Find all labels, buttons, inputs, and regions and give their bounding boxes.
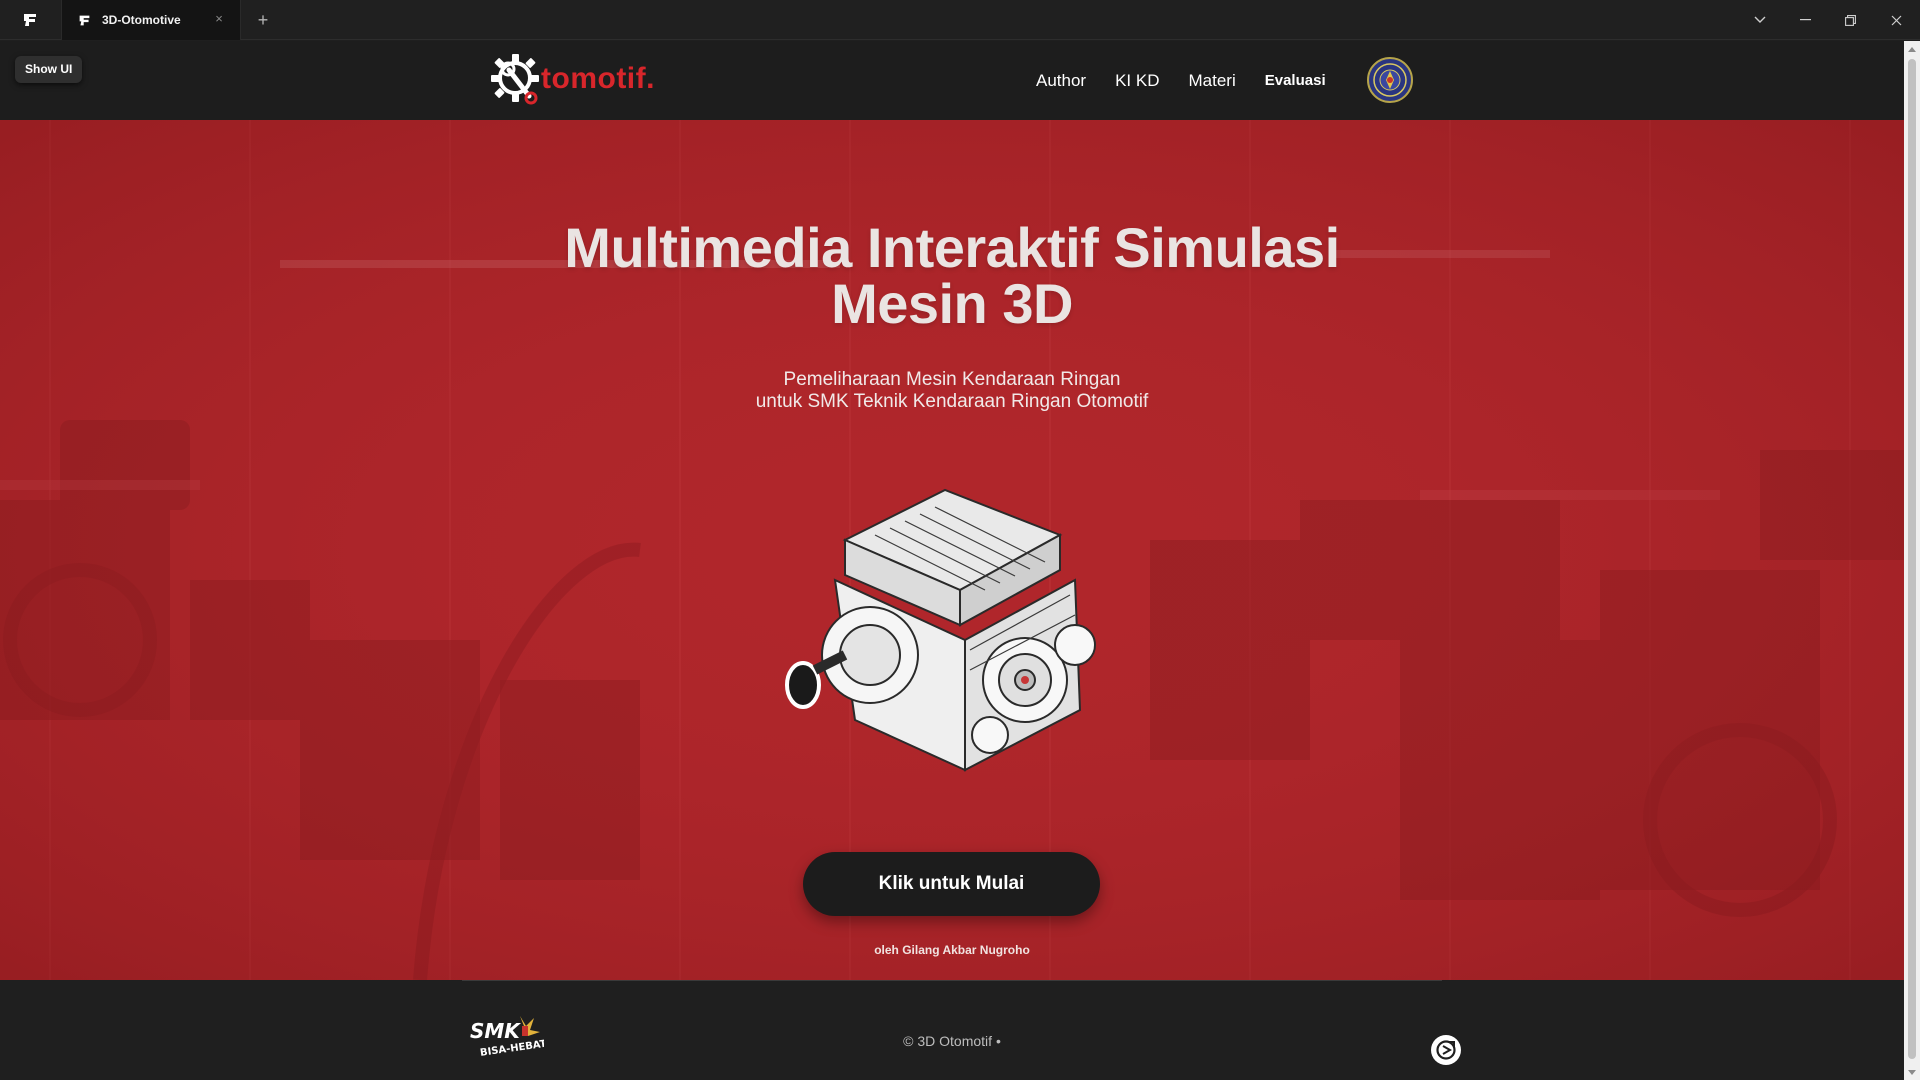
tab-close-icon[interactable]: × — [212, 12, 226, 26]
show-ui-button[interactable]: Show UI — [15, 56, 83, 83]
hero-subtitle-line-2: untuk SMK Teknik Kendaraan Ringan Otomot… — [755, 391, 1149, 412]
tab-favicon-icon — [78, 13, 92, 27]
hero-title-line-1: Multimedia Interaktif Simulasi — [564, 216, 1340, 279]
university-emblem-icon[interactable] — [1367, 57, 1413, 103]
restore-icon[interactable] — [1828, 0, 1872, 40]
start-button[interactable]: Klik untuk Mulai — [803, 852, 1100, 916]
smk-logo-text: SMK — [470, 1019, 521, 1043]
hero-section: Multimedia Interaktif Simulasi Mesin 3D … — [0, 120, 1904, 980]
page-scrollbar[interactable] — [1904, 41, 1920, 1080]
engine-illustration — [785, 488, 1096, 772]
gear-wrench-icon — [491, 54, 539, 105]
nav-ki-kd[interactable]: KI KD — [1115, 71, 1159, 91]
new-tab-button[interactable]: + — [252, 9, 274, 31]
nav-author[interactable]: Author — [1036, 71, 1086, 91]
author-byline: oleh Gilang Akbar Nugroho — [874, 943, 1030, 957]
main-nav: Author KI KD Materi Evaluasi — [1036, 41, 1355, 120]
site-navbar: Show UI tomotif. Author KI KD Materi Eva… — [0, 41, 1904, 120]
smk-bisa-hebat-logo: SMK BISA-HEBAT — [470, 1016, 544, 1059]
nav-evaluasi[interactable]: Evaluasi — [1265, 72, 1326, 89]
footer-divider — [462, 980, 1442, 981]
tab-title: 3D-Otomotive — [102, 13, 181, 27]
page-viewport: Show UI tomotif. Author KI KD Materi Eva… — [0, 41, 1904, 1080]
close-window-icon[interactable] — [1874, 0, 1918, 40]
minimize-icon[interactable] — [1783, 0, 1827, 40]
hero-subtitle-line-1: Pemeliharaan Mesin Kendaraan Ringan — [783, 369, 1121, 390]
opencart-icon[interactable] — [1431, 1035, 1461, 1065]
site-footer: SMK BISA-HEBAT © 3D Otomotif • — [0, 980, 1904, 1080]
tab-list-chevron-icon[interactable] — [1738, 0, 1782, 40]
hero-title: Multimedia Interaktif Simulasi Mesin 3D — [452, 220, 1452, 332]
hero-title-line-2: Mesin 3D — [831, 272, 1073, 335]
nav-materi[interactable]: Materi — [1189, 71, 1236, 91]
app-logo-icon[interactable] — [18, 8, 42, 32]
browser-titlebar: 3D-Otomotive × + — [0, 0, 1920, 40]
browser-tab[interactable]: 3D-Otomotive × — [61, 0, 241, 40]
scrollbar-thumb[interactable] — [1908, 59, 1916, 1059]
copyright-text: © 3D Otomotif • — [903, 1033, 1001, 1049]
scroll-up-icon[interactable] — [1904, 41, 1920, 57]
scroll-down-icon[interactable] — [1904, 1064, 1920, 1080]
hero-subtitle: Pemeliharaan Mesin Kendaraan Ringan untu… — [552, 369, 1352, 413]
site-logo[interactable]: tomotif. — [489, 50, 655, 108]
logo-wordmark: tomotif. — [541, 62, 655, 95]
